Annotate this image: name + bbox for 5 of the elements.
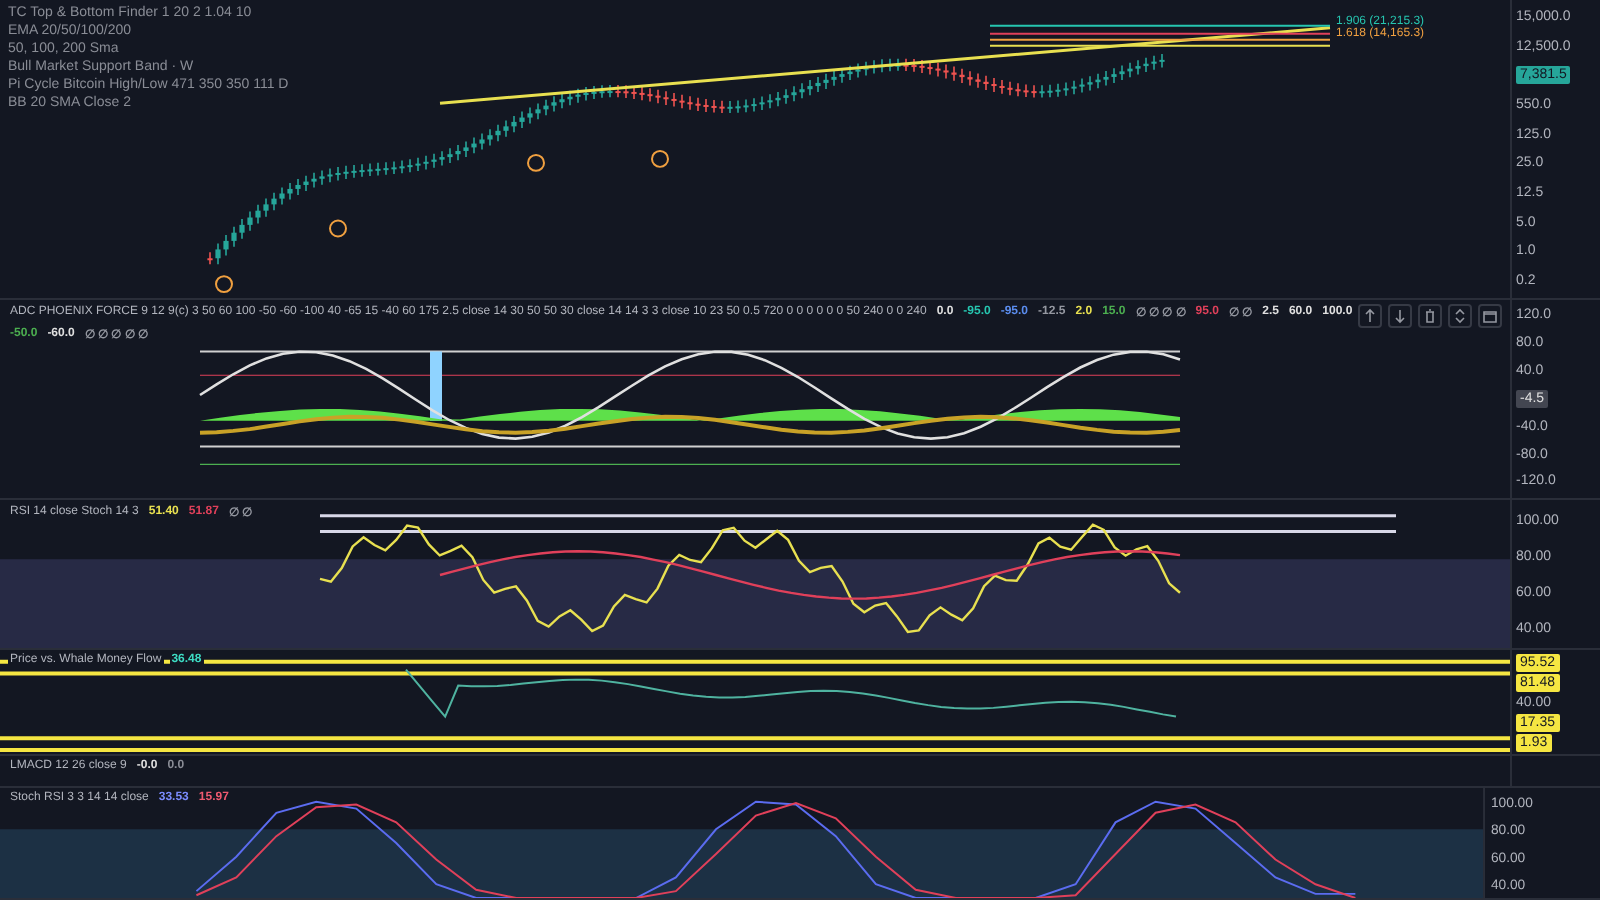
- arrow-down-icon[interactable]: [1388, 304, 1412, 328]
- arrow-up-icon[interactable]: [1358, 304, 1382, 328]
- expand-icon[interactable]: [1448, 304, 1472, 328]
- trash-icon[interactable]: [1418, 304, 1442, 328]
- window-icon[interactable]: [1478, 304, 1502, 328]
